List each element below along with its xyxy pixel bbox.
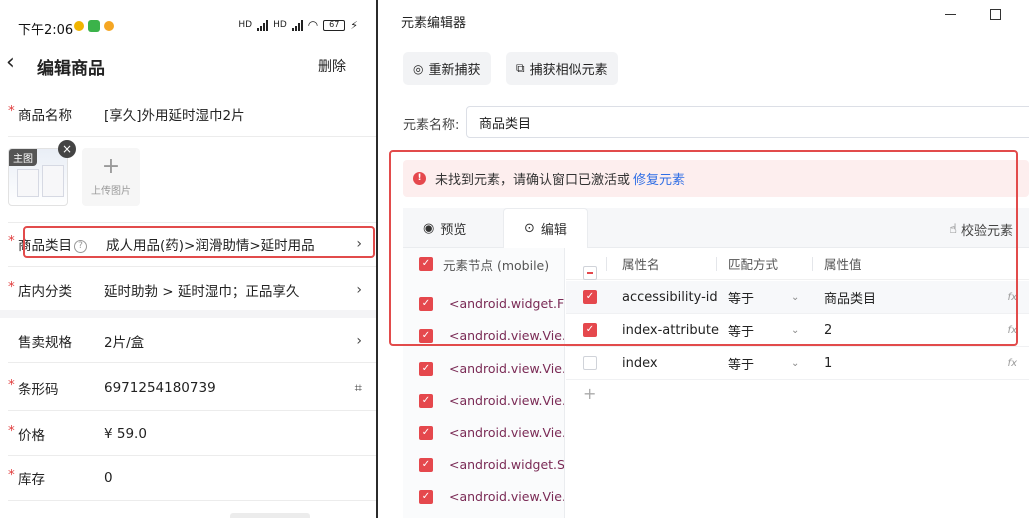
product-box-image-2 [42,165,64,197]
price-value[interactable]: ¥ 59.0 [104,426,147,442]
app-notification-icon-2 [104,21,114,31]
upload-image-button[interactable]: + 上传图片 [82,148,140,206]
category-highlight-box [23,226,375,258]
barcode-value[interactable]: 6971254180739 [104,380,216,396]
capture-similar-icon: ⧉ [516,61,525,75]
status-right: HD HD ◠ 67 ⚡ [238,18,358,32]
window-title: 元素编辑器 [401,16,467,31]
window-controls [945,9,1001,20]
remove-image-close-icon[interactable]: × [58,140,76,158]
add-attribute-button[interactable]: + [583,384,596,403]
tree-node[interactable]: ✓ <android.view.Vie… [419,425,565,440]
element-name-label: 元素名称: [403,118,460,133]
attribute-value[interactable]: 1 [824,356,832,371]
chevron-right-icon: › [356,333,362,349]
divider [8,266,376,267]
signal-icon [257,19,269,31]
recapture-button[interactable]: ◎ 重新捕获 [403,52,491,85]
status-time: 下午2:06 [18,23,74,38]
tree-node-checkbox[interactable]: ✓ [419,457,433,472]
wifi-icon: ◠ [307,18,319,32]
section-gap [0,310,376,318]
page-title: 编辑商品 [37,59,105,79]
maximize-icon[interactable] [990,9,1001,20]
main-image-tag: 主图 [9,149,37,166]
recapture-icon: ◎ [413,61,424,76]
tree-node-label: <android.widget.S… [449,457,565,472]
spec-value[interactable]: 2片/盒 [104,331,144,351]
alert-highlight-box [389,150,1018,346]
tree-node-label: <android.view.Vie… [449,393,565,408]
store-category-value[interactable]: 延时助勃 > 延时湿巾；正品享久 [104,280,299,300]
product-name-value[interactable]: [享久]外用延时湿巾2片 [104,104,245,124]
divider [8,455,376,456]
minimize-icon[interactable] [945,14,956,15]
tree-node-checkbox[interactable]: ✓ [419,393,433,408]
barcode-label: 条形码 [8,377,104,398]
row-checkbox[interactable] [583,356,597,370]
back-chevron-icon[interactable]: ‹ [6,52,15,74]
divider [8,222,376,223]
tree-node-checkbox[interactable]: ✓ [419,425,433,440]
network-label: HD [238,20,253,30]
bottom-button-edge [230,513,310,518]
attribute-name: index [622,355,658,371]
tree-node-label: <android.view.Vie… [449,489,565,504]
product-box-image [17,169,39,197]
main-image-thumbnail[interactable]: 主图 [8,148,68,206]
product-name-label: 商品名称 [8,103,104,124]
battery-icon: 67 [323,19,346,31]
signal-icon-2 [291,19,303,31]
charging-icon: ⚡ [350,18,358,32]
recapture-label: 重新捕获 [428,63,481,78]
status-bar: 下午2:06 HD HD ◠ 67 ⚡ [0,0,376,50]
network-label-2: HD [273,20,287,30]
tree-node[interactable]: ✓ <android.widget.S… [419,457,565,472]
spec-label: 售卖规格 [18,335,72,351]
capture-similar-label: 捕获相似元素 [529,63,608,78]
table-row[interactable]: index 等于 ⌄ 1 fx [566,347,1029,380]
stock-row[interactable]: 库存 0 [8,467,376,488]
divider [8,500,376,501]
delete-button[interactable]: 删除 [318,56,346,76]
match-mode-select[interactable]: 等于 [728,354,754,373]
tree-node[interactable]: ✓ <android.view.Vie… [419,393,565,408]
scan-icon[interactable]: ⌗ [355,381,362,396]
plus-icon: + [101,154,121,179]
price-row[interactable]: 价格 ¥ 59.0 [8,423,376,444]
tree-node-label: <android.view.Vie… [449,361,565,376]
message-app-icon [88,20,100,32]
stock-label: 库存 [8,467,104,488]
divider [8,410,376,411]
store-category-row[interactable]: 店内分类 延时助勃 > 延时湿巾；正品享久 › [8,279,376,300]
barcode-row[interactable]: 条形码 6971254180739 ⌗ [8,377,376,398]
chevron-right-icon: › [356,282,362,298]
tree-node[interactable]: ✓ <android.view.Vie… [419,361,565,376]
product-name-row[interactable]: 商品名称 [享久]外用延时湿巾2片 [8,103,376,124]
phone-screen: 下午2:06 HD HD ◠ 67 ⚡ ‹ 编辑商品 删除 商品名称 [享久]外… [0,0,376,518]
app-notification-icon [74,21,84,31]
tree-node-checkbox[interactable]: ✓ [419,361,433,376]
tree-node-checkbox[interactable]: ✓ [419,489,433,504]
element-name-input[interactable] [466,106,1029,138]
element-editor-window: 元素编辑器 ◎ 重新捕获 ⧉ 捕获相似元素 元素名称: ! 未找到元素，请确认窗… [378,0,1029,518]
price-label: 价格 [8,423,104,444]
divider [8,362,376,363]
notification-icons [74,20,114,32]
spec-row[interactable]: 售卖规格 2片/盒 › [8,331,376,351]
stock-value[interactable]: 0 [104,470,113,486]
store-category-label: 店内分类 [8,279,104,300]
fx-icon[interactable]: fx [1008,358,1017,369]
tree-node[interactable]: ✓ <android.view.Vie… [419,489,565,504]
page-header: ‹ 编辑商品 删除 [0,50,376,80]
divider [8,136,376,137]
upload-image-label: 上传图片 [91,186,131,197]
chevron-down-icon[interactable]: ⌄ [791,358,799,369]
capture-similar-button[interactable]: ⧉ 捕获相似元素 [506,52,618,85]
tree-node-label: <android.view.Vie… [449,425,565,440]
